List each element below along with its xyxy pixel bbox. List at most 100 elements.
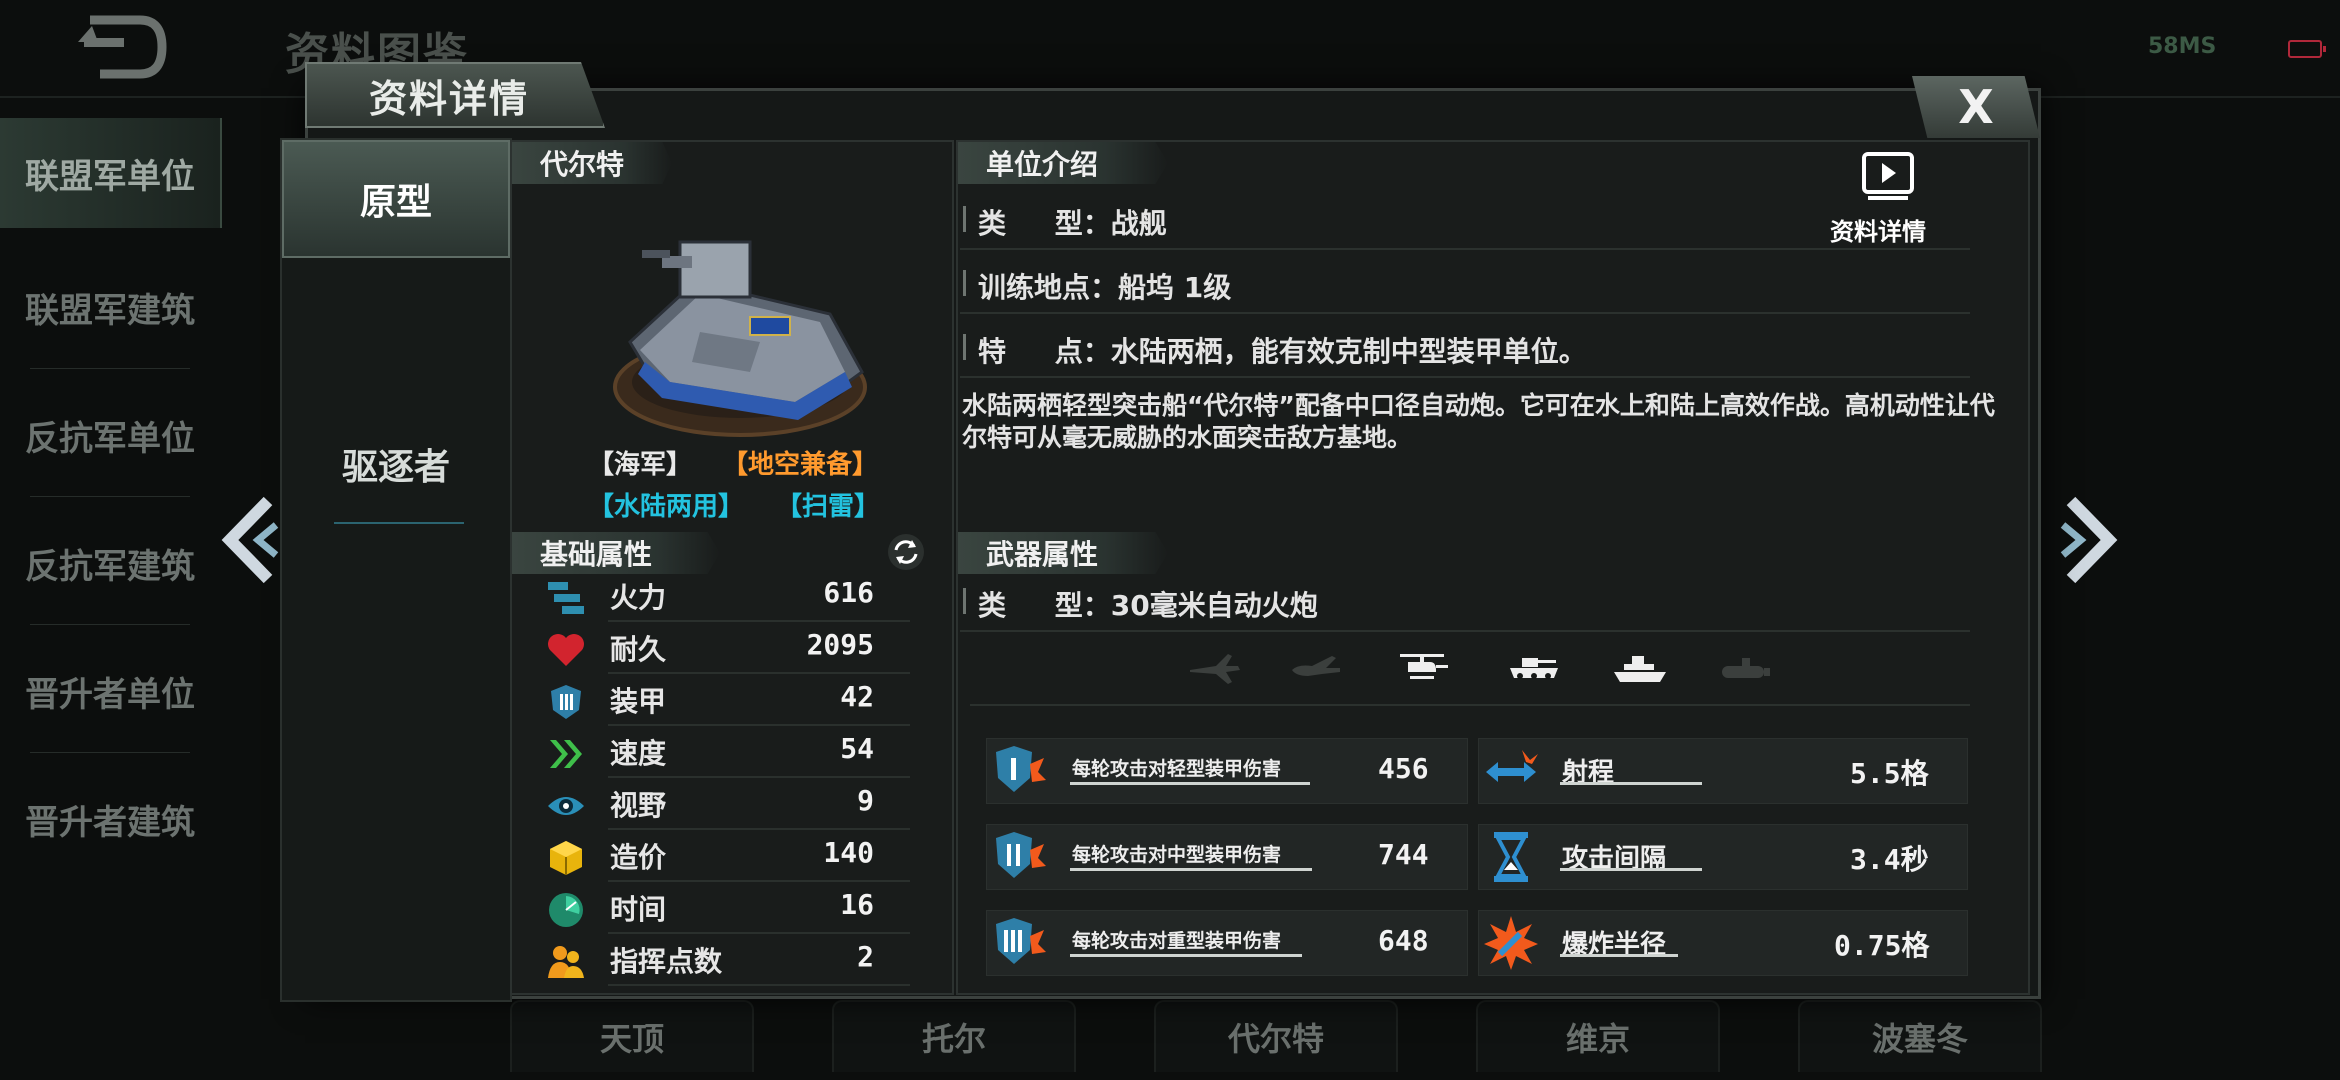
tank-icon	[1510, 658, 1558, 679]
light-armor-damage-icon	[996, 746, 1046, 792]
back-arrow-icon[interactable]	[70, 12, 170, 82]
divider	[30, 496, 190, 497]
tag-navy: 【海军】	[588, 450, 693, 480]
command-people-icon	[548, 946, 584, 978]
stat-label: 火力	[610, 581, 667, 614]
damage-heavy-label: 每轮攻击对重型装甲伤害	[1072, 930, 1282, 952]
hourglass-icon	[1494, 832, 1528, 882]
eye-icon	[548, 797, 584, 815]
divider	[970, 704, 1970, 706]
unit-tab-strip: 天顶 托尔 代尔特 维京 波塞冬	[510, 1000, 2340, 1080]
nav-label: 晋升者单位	[25, 674, 195, 715]
damage-medium-label: 每轮攻击对中型装甲伤害	[1072, 844, 1282, 866]
tab-label: 代尔特	[1227, 1020, 1324, 1058]
tab-label: 原型	[359, 182, 432, 223]
tag-air-ground: 【地空兼备】	[722, 450, 879, 480]
refresh-icon[interactable]	[886, 532, 926, 572]
nav-label: 联盟军单位	[25, 156, 195, 197]
label-underline	[1560, 954, 1678, 957]
nav-ascendant-buildings[interactable]: 晋升者建筑	[0, 764, 220, 874]
tag-minesweeper: 【扫雷】	[776, 492, 881, 522]
unit-description: 水陆两栖轻型突击船“代尔特”配备中口径自动炮。它可在水上和陆上高效作战。高机动性…	[962, 391, 1995, 452]
attack-interval-value: 3.4秒	[1850, 843, 1929, 876]
tab-label: 驱逐者	[341, 447, 450, 488]
unit-tab-zenith[interactable]: 天顶	[510, 1000, 754, 1072]
weapon-type-row: 类 型：30毫米自动火炮	[960, 572, 1990, 632]
label-underline	[1070, 868, 1312, 871]
variant-tabs: 原型 驱逐者	[280, 138, 512, 1002]
nav-label: 反抗军建筑	[25, 546, 195, 587]
next-arrow-icon[interactable]	[2055, 495, 2121, 585]
info-training-row: 训练地点：船坞 1级	[960, 254, 1990, 314]
tab-prototype[interactable]: 原型	[282, 140, 510, 258]
row-marker	[963, 270, 966, 296]
close-button[interactable]: X	[1912, 76, 2040, 138]
label-underline	[1070, 954, 1302, 957]
stat-value: 9	[857, 784, 874, 817]
divider	[960, 630, 1970, 632]
blast-radius-value: 0.75格	[1834, 929, 1930, 962]
stat-value: 2	[857, 940, 874, 973]
unit-intro-header: 单位介绍	[958, 142, 1168, 184]
speed-chevron-icon	[550, 740, 582, 768]
divider	[960, 248, 1970, 250]
row-marker	[963, 334, 966, 360]
unit-tab-delta[interactable]: 代尔特	[1154, 1000, 1398, 1072]
range-value: 5.5格	[1850, 757, 1929, 790]
stat-label: 造价	[610, 841, 667, 874]
ship-icon	[1614, 656, 1666, 682]
unit-tab-thor[interactable]: 托尔	[832, 1000, 1076, 1072]
damage-medium-value: 744	[1378, 838, 1429, 871]
unit-type: 类 型：战舰	[978, 207, 1167, 240]
stat-row-firepower: 火力 616	[538, 570, 910, 622]
unit-name: 代尔特	[512, 142, 672, 184]
stat-value: 2095	[806, 628, 874, 661]
info-feature-row: 特 点：水陆两栖，能有效克制中型装甲单位。	[960, 318, 1990, 378]
stat-row-time: 时间 16	[538, 882, 910, 934]
nav-label: 晋升者建筑	[25, 802, 195, 843]
nav-alliance-units[interactable]: 联盟军单位	[0, 118, 222, 228]
tag-amphibious: 【水陆两用】	[588, 492, 745, 522]
stat-value: 616	[823, 576, 874, 609]
cost-cube-icon	[550, 841, 582, 875]
firepower-icon	[548, 582, 584, 614]
stat-label: 视野	[610, 789, 667, 822]
divider	[30, 368, 190, 369]
info-type-row: 类 型：战舰	[960, 190, 1990, 250]
stat-label: 耐久	[610, 633, 667, 666]
clock-icon	[549, 893, 583, 927]
divider	[30, 624, 190, 625]
nav-ascendant-units[interactable]: 晋升者单位	[0, 636, 220, 746]
modal-title: 资料详情	[305, 62, 605, 128]
stat-row-speed: 速度 54	[538, 726, 910, 778]
stat-row-vision: 视野 9	[538, 778, 910, 830]
unit-model-image	[613, 240, 867, 437]
stat-row-command-points: 指挥点数 2	[538, 934, 910, 986]
explosion-icon	[1484, 916, 1538, 970]
tab-destroyer[interactable]: 驱逐者	[282, 404, 510, 524]
stat-value: 16	[840, 888, 874, 921]
row-marker	[963, 206, 966, 232]
training-location: 训练地点：船坞 1级	[978, 271, 1232, 304]
helicopter-icon	[1400, 654, 1448, 679]
stat-label: 指挥点数	[610, 945, 723, 978]
previous-arrow-icon[interactable]	[218, 495, 284, 585]
nav-rebel-units[interactable]: 反抗军单位	[0, 380, 220, 490]
stat-value: 54	[840, 732, 874, 765]
stat-row-durability: 耐久 2095	[538, 622, 910, 674]
row-marker	[963, 588, 966, 614]
nav-label: 反抗军单位	[25, 418, 195, 459]
nav-alliance-buildings[interactable]: 联盟军建筑	[0, 252, 220, 362]
damage-heavy-value: 648	[1378, 924, 1429, 957]
divider	[960, 376, 1970, 378]
unit-tab-viking[interactable]: 维京	[1476, 1000, 1720, 1072]
battery-icon	[2288, 40, 2326, 58]
stat-label: 速度	[610, 737, 667, 770]
label-underline	[1070, 782, 1310, 785]
unit-tab-poseidon[interactable]: 波塞冬	[1798, 1000, 2042, 1072]
stat-row-armor: 装甲 42	[538, 674, 910, 726]
bomber-icon	[1292, 656, 1340, 676]
nav-rebel-buildings[interactable]: 反抗军建筑	[0, 508, 220, 618]
submarine-icon	[1722, 658, 1770, 678]
stat-value: 42	[840, 680, 874, 713]
